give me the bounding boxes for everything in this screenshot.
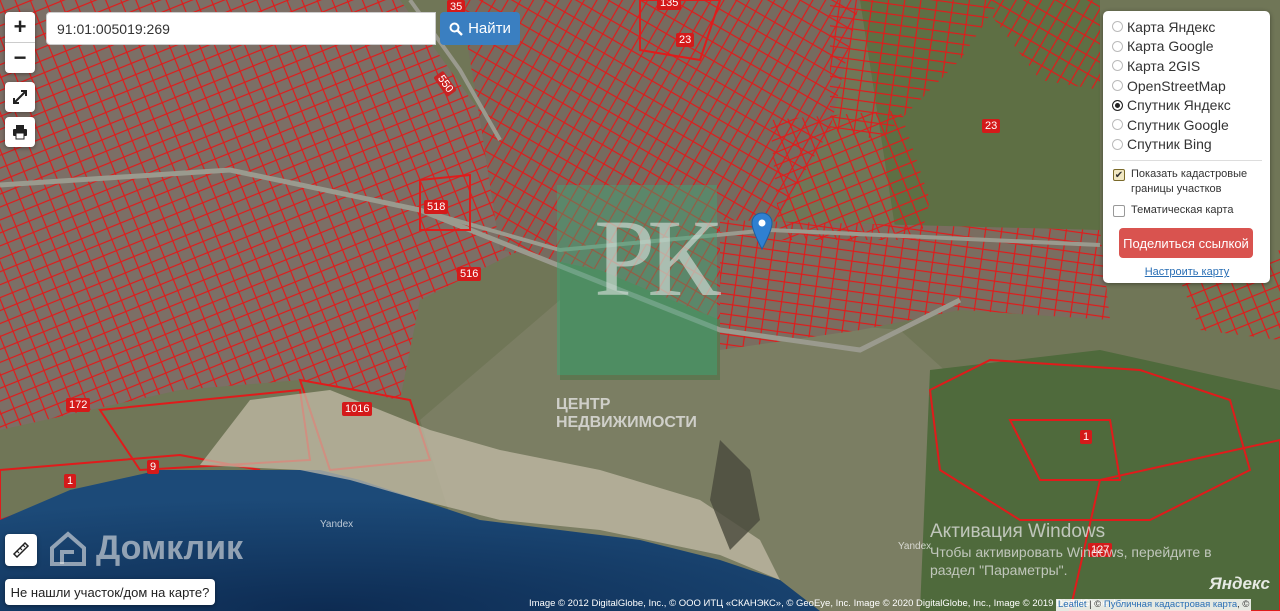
- measure-button[interactable]: [5, 534, 37, 566]
- basemap-option-label: Карта Google: [1127, 38, 1214, 55]
- radio-button[interactable]: [1112, 119, 1123, 131]
- zoom-control: + −: [5, 12, 35, 73]
- windows-activation-watermark: Активация Windows Чтобы активировать Win…: [930, 521, 1250, 579]
- zoom-in-button[interactable]: +: [5, 12, 35, 42]
- domclick-watermark-text: Домклик: [96, 528, 244, 567]
- search-button[interactable]: Найти: [440, 12, 520, 45]
- layers-panel: Карта Яндекс Карта Google Карта 2GIS OpenSt…: [1103, 11, 1270, 283]
- rk-watermark-logo: РК: [594, 197, 721, 319]
- attribution-separator: | ©: [1086, 599, 1104, 610]
- map-canvas[interactable]: 135 35 23 550 23 518 516 172 1016 9 1 1 …: [0, 0, 1280, 611]
- basemap-option-label: OpenStreetMap: [1127, 77, 1226, 94]
- basemap-option[interactable]: Карта Google: [1112, 37, 1262, 57]
- overlay-option-label: Тематическая карта: [1131, 204, 1234, 217]
- leaflet-link[interactable]: Leaflet: [1058, 599, 1087, 610]
- overlay-option[interactable]: ✔ Показать кадастровые границы участков: [1112, 167, 1262, 197]
- parcel-label: 135: [657, 0, 682, 10]
- domclick-watermark: Домклик: [48, 528, 243, 568]
- windows-activation-text: Чтобы активировать Windows, перейдите в …: [930, 544, 1212, 578]
- basemap-option[interactable]: Спутник Google: [1112, 115, 1262, 135]
- checkbox[interactable]: ✔: [1113, 169, 1125, 182]
- search-icon: [449, 22, 463, 36]
- radio-button[interactable]: [1112, 99, 1123, 111]
- basemap-option[interactable]: Спутник Яндекс: [1112, 95, 1262, 115]
- cadastral-search-input[interactable]: [46, 12, 436, 45]
- zoom-out-button[interactable]: −: [5, 42, 35, 73]
- layers-divider: [1112, 160, 1262, 162]
- basemap-option-label: Спутник Google: [1127, 116, 1229, 133]
- print-icon: [13, 125, 27, 140]
- radio-button[interactable]: [1112, 138, 1123, 150]
- yandex-tile-mark: Yandex: [320, 519, 354, 530]
- radio-button[interactable]: [1112, 40, 1123, 52]
- parcel-label: 1: [64, 474, 77, 488]
- center-watermark-line1: ЦЕНТР: [556, 396, 611, 413]
- basemap-option[interactable]: Карта Яндекс: [1112, 17, 1262, 37]
- share-link-button[interactable]: Поделиться ссылкой: [1119, 228, 1253, 259]
- domclick-logo-icon: [50, 531, 86, 566]
- basemap-option[interactable]: OpenStreetMap: [1112, 76, 1262, 96]
- imagery-attribution: Image © 2012 DigitalGlobe, Inc., © ООО И…: [529, 598, 1129, 609]
- fullscreen-icon: [13, 90, 27, 104]
- basemap-option-label: Карта 2GIS: [1127, 57, 1201, 74]
- search-button-label: Найти: [468, 20, 511, 37]
- checkbox[interactable]: [1113, 205, 1125, 218]
- ruler-icon: [12, 541, 30, 559]
- overlay-option[interactable]: Тематическая карта: [1112, 203, 1262, 218]
- basemap-option-label: Спутник Bing: [1127, 136, 1212, 153]
- map-attribution: Image © 2012 DigitalGlobe, Inc., © ООО И…: [0, 598, 1280, 611]
- parcel-label: 23: [982, 119, 1001, 133]
- attribution-links: Leaflet | © Публичная кадастровая карта,…: [1056, 599, 1252, 611]
- fullscreen-button[interactable]: [5, 82, 35, 112]
- parcel-label: 518: [424, 200, 449, 214]
- cadastral-map-link[interactable]: Публичная кадастровая карта: [1104, 599, 1237, 610]
- basemap-option[interactable]: Спутник Bing: [1112, 135, 1262, 155]
- overlay-list: ✔ Показать кадастровые границы участков Те…: [1112, 167, 1262, 218]
- basemap-option-label: Карта Яндекс: [1127, 18, 1216, 35]
- center-watermark-line2: НЕДВИЖИМОСТИ: [556, 414, 697, 431]
- center-watermark: ЦЕНТР НЕДВИЖИМОСТИ: [556, 396, 697, 432]
- yandex-tile-mark: Yandex: [898, 541, 932, 552]
- parcel-label: 516: [457, 267, 482, 281]
- windows-activation-title: Активация Windows: [930, 521, 1106, 542]
- parcel-label: 9: [147, 460, 160, 474]
- parcel-label: 23: [676, 33, 695, 47]
- print-button[interactable]: [5, 117, 35, 147]
- configure-map-link[interactable]: Настроить карту: [1112, 266, 1262, 278]
- basemap-option-label: Спутник Яндекс: [1127, 97, 1231, 114]
- radio-button[interactable]: [1112, 80, 1123, 92]
- overlay-option-label: Показать кадастровые границы участков: [1131, 168, 1248, 196]
- parcel-label: 172: [66, 398, 91, 412]
- parcel-label: 1016: [342, 402, 373, 416]
- basemap-option[interactable]: Карта 2GIS: [1112, 56, 1262, 76]
- attribution-copy: , ©: [1237, 599, 1250, 610]
- location-marker-icon[interactable]: [751, 212, 773, 250]
- parcel-label: 1: [1080, 430, 1093, 444]
- basemap-list: Карта Яндекс Карта Google Карта 2GIS OpenSt…: [1112, 17, 1262, 154]
- radio-button[interactable]: [1112, 60, 1123, 72]
- radio-button[interactable]: [1112, 21, 1123, 33]
